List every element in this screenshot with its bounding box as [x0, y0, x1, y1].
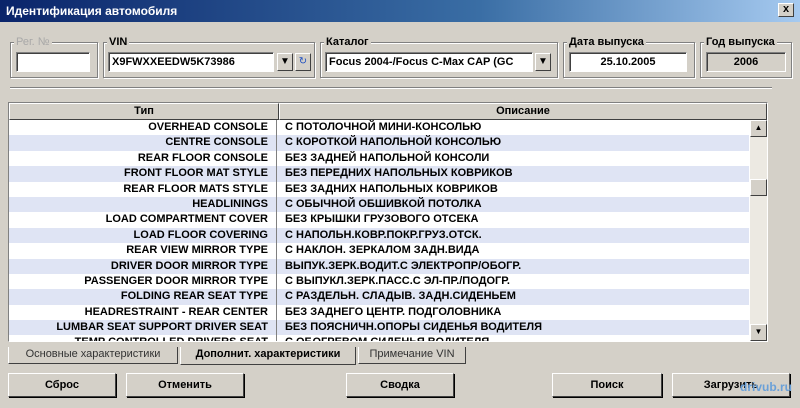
cell-description: С ПОТОЛОЧНОЙ МИНИ-КОНСОЛЬЮ — [285, 121, 482, 133]
characteristics-table: Тип Описание OVERHEAD CONSOLE С ПОТОЛОЧНО… — [8, 102, 768, 342]
cell-type: LUMBAR SEAT SUPPORT DRIVER SEAT — [9, 320, 277, 336]
vin-group: VIN X9FWXXEEDW5K73986 ▼ ↻ — [103, 36, 315, 78]
column-header-description[interactable]: Описание — [279, 103, 767, 120]
reset-button[interactable]: Сброс — [8, 373, 116, 397]
table-body: OVERHEAD CONSOLE С ПОТОЛОЧНОЙ МИНИ-КОНСОЛ… — [9, 120, 749, 341]
cell-description: С НАПОЛЬН.КОВР.ПОКР.ГРУЗ.ОТСК. — [285, 228, 482, 241]
summary-button[interactable]: Сводка — [346, 373, 454, 397]
cell-type: TEMP CONTROLLED DRIVERS SEAT — [9, 335, 277, 341]
cell-description: БЕЗ ЗАДНЕЙ НАПОЛЬНОЙ КОНСОЛИ — [285, 151, 490, 164]
scroll-down-icon[interactable]: ▼ — [750, 324, 767, 341]
release-year-label: Год выпуска — [704, 36, 777, 48]
vin-label: VIN — [107, 36, 130, 48]
tab-main-characteristics[interactable]: Основные характеристики — [8, 347, 178, 364]
window-titlebar: Идентификация автомобиля x — [0, 0, 800, 22]
release-year-group: Год выпуска 2006 — [700, 36, 792, 78]
cell-type: PASSENGER DOOR MIRROR TYPE — [9, 273, 277, 290]
cell-type: REAR FLOOR CONSOLE — [9, 150, 277, 167]
cell-description: С ОБОГРЕВОМ СИДЕНЬЯ ВОДИТЕЛЯ — [277, 335, 749, 341]
cell-description: С РАЗДЕЛЬН. СЛАДЫВ. ЗАДН.СИДЕНЬЕМ — [285, 290, 516, 303]
cell-type: HEADRESTRAINT - REAR CENTER — [9, 304, 277, 321]
catalog-group: Каталог Focus 2004-/Focus C-Max CAP (GC … — [320, 36, 558, 78]
cell-description: БЕЗ ЗАДНЕГО ЦЕНТР. ПОДГОЛОВНИКА — [285, 305, 502, 318]
table-row[interactable]: LUMBAR SEAT SUPPORT DRIVER SEAT БЕЗ ПОЯСН… — [9, 320, 749, 336]
catalog-select[interactable]: Focus 2004-/Focus C-Max CAP (GC — [325, 52, 533, 72]
tab-vin-note[interactable]: Примечание VIN — [358, 347, 466, 364]
release-date-group: Дата выпуска 25.10.2005 — [563, 36, 695, 78]
table-row[interactable]: REAR VIEW MIRROR TYPE С НАКЛОН. ЗЕРКАЛОМ … — [9, 243, 749, 259]
refresh-icon[interactable]: ↻ — [295, 53, 311, 71]
cell-type: FRONT FLOOR MAT STYLE — [9, 166, 277, 182]
divider — [10, 87, 772, 89]
cell-type: REAR VIEW MIRROR TYPE — [9, 243, 277, 259]
cell-type: LOAD COMPARTMENT COVER — [9, 212, 277, 228]
cell-type: REAR FLOOR MATS STYLE — [9, 181, 277, 197]
cell-description: БЕЗ КРЫШКИ ГРУЗОВОГО ОТСЕКА — [285, 213, 479, 226]
release-date-label: Дата выпуска — [567, 36, 646, 48]
cell-description: С ОБЫЧНОЙ ОБШИВКОЙ ПОТОЛКА — [285, 197, 482, 210]
table-row[interactable]: LOAD COMPARTMENT COVER БЕЗ КРЫШКИ ГРУЗОВО… — [9, 212, 749, 228]
tab-additional-characteristics[interactable]: Дополнит. характеристики — [180, 347, 356, 365]
cell-description: БЕЗ ЗАДНИХ НАПОЛЬНЫХ КОВРИКОВ — [285, 182, 498, 195]
catalog-dropdown-icon[interactable]: ▼ — [535, 53, 551, 71]
cell-type: HEADLININGS — [9, 196, 277, 213]
table-row[interactable]: HEADLININGS С ОБЫЧНОЙ ОБШИВКОЙ ПОТОЛКА — [9, 196, 749, 213]
cell-description: ВЫПУК.ЗЕРК.ВОДИТ.С ЭЛЕКТРОПР/ОБОГР. — [285, 259, 522, 272]
table-row[interactable]: PASSENGER DOOR MIRROR TYPE С ВЫПУКЛ.ЗЕРК.… — [9, 273, 749, 290]
cell-type: LOAD FLOOR COVERING — [9, 227, 277, 244]
column-header-type[interactable]: Тип — [9, 103, 279, 120]
window-title: Идентификация автомобиля — [6, 4, 178, 18]
cell-type: CENTRE CONSOLE — [9, 135, 277, 151]
table-row[interactable]: FRONT FLOOR MAT STYLE БЕЗ ПЕРЕДНИХ НАПОЛЬ… — [9, 166, 749, 182]
cell-description: БЕЗ ПОЯСНИЧН.ОПОРЫ СИДЕНЬЯ ВОДИТЕЛЯ — [285, 321, 543, 334]
release-year-field: 2006 — [706, 52, 786, 72]
release-date-field[interactable]: 25.10.2005 — [569, 52, 687, 72]
table-row[interactable]: HEADRESTRAINT - REAR CENTER БЕЗ ЗАДНЕГО Ц… — [9, 304, 749, 321]
table-row[interactable]: DRIVER DOOR MIRROR TYPE ВЫПУК.ЗЕРК.ВОДИТ.… — [9, 258, 749, 274]
cell-type: FOLDING REAR SEAT TYPE — [9, 289, 277, 305]
scroll-up-icon[interactable]: ▲ — [750, 120, 767, 137]
table-row[interactable]: CENTRE CONSOLE С КОРОТКОЙ НАПОЛЬНОЙ КОНСО… — [9, 135, 749, 151]
vin-field[interactable]: X9FWXXEEDW5K73986 — [108, 52, 274, 72]
catalog-label: Каталог — [324, 36, 371, 48]
cell-description: С ВЫПУКЛ.ЗЕРК.ПАСС.С ЭЛ-ПР./ПОДОГР. — [285, 274, 510, 287]
reg-number-group: Рег. № — [10, 36, 98, 78]
vin-dropdown-icon[interactable]: ▼ — [277, 53, 293, 71]
vertical-scrollbar[interactable]: ▲ ▼ — [750, 120, 767, 341]
cell-description: С КОРОТКОЙ НАПОЛЬНОЙ КОНСОЛЬЮ — [285, 136, 502, 149]
close-icon[interactable]: x — [778, 3, 794, 17]
cancel-button[interactable]: Отменить — [126, 373, 244, 397]
cell-type: DRIVER DOOR MIRROR TYPE — [9, 258, 277, 274]
table-row[interactable]: REAR FLOOR MATS STYLE БЕЗ ЗАДНИХ НАПОЛЬНЫ… — [9, 181, 749, 197]
table-row[interactable]: FOLDING REAR SEAT TYPE С РАЗДЕЛЬН. СЛАДЫВ… — [9, 289, 749, 305]
table-row[interactable]: LOAD FLOOR COVERING С НАПОЛЬН.КОВР.ПОКР.Г… — [9, 227, 749, 244]
table-row[interactable]: TEMP CONTROLLED DRIVERS SEATС ОБОГРЕВОМ … — [9, 335, 749, 341]
table-row[interactable]: OVERHEAD CONSOLE С ПОТОЛОЧНОЙ МИНИ-КОНСОЛ… — [9, 120, 749, 136]
cell-description: С НАКЛОН. ЗЕРКАЛОМ ЗАДН.ВИДА — [285, 244, 480, 257]
table-row[interactable]: REAR FLOOR CONSOLE БЕЗ ЗАДНЕЙ НАПОЛЬНОЙ К… — [9, 150, 749, 167]
cell-description: БЕЗ ПЕРЕДНИХ НАПОЛЬНЫХ КОВРИКОВ — [285, 167, 513, 180]
watermark-text: drivub.ru — [739, 380, 792, 394]
scroll-thumb[interactable] — [750, 179, 767, 196]
reg-number-label: Рег. № — [14, 36, 52, 48]
cell-type: OVERHEAD CONSOLE — [9, 120, 277, 136]
search-button[interactable]: Поиск — [552, 373, 662, 397]
table-header: Тип Описание — [9, 103, 767, 120]
reg-number-field[interactable] — [16, 52, 90, 72]
